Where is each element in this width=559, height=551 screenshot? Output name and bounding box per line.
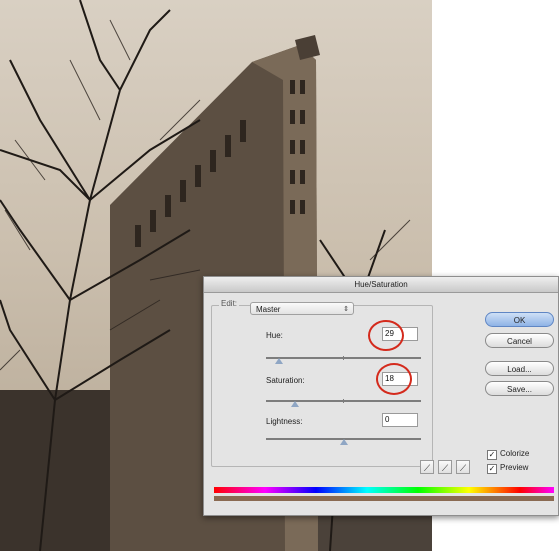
hue-label: Hue: (266, 331, 283, 340)
eyedropper-plus-icon[interactable]: ⟋ (438, 460, 452, 474)
lightness-slider[interactable] (266, 438, 421, 445)
saturation-label: Saturation: (266, 376, 305, 385)
colorize-checkbox[interactable]: ✓ Colorize (487, 449, 529, 460)
hue-slider-thumb[interactable] (275, 358, 283, 364)
edit-select-value: Master (256, 305, 281, 314)
cancel-button[interactable]: Cancel (485, 333, 554, 348)
colorize-check-icon: ✓ (487, 450, 497, 460)
eyedropper-minus-icon[interactable]: ⟋ (456, 460, 470, 474)
adjusted-color-bar (214, 496, 554, 501)
lightness-label: Lightness: (266, 417, 303, 426)
edit-select[interactable]: Master ⇕ (250, 302, 354, 315)
load-button[interactable]: Load... (485, 361, 554, 376)
preview-checkbox[interactable]: ✓ Preview (487, 463, 528, 474)
dialog-title: Hue/Saturation (204, 277, 558, 293)
edit-label: Edit: (219, 299, 240, 308)
saturation-slider[interactable] (266, 399, 421, 407)
ok-button[interactable]: OK (485, 312, 554, 327)
hue-highlight-circle (368, 320, 404, 351)
preview-label: Preview (500, 463, 529, 472)
saturation-slider-thumb[interactable] (291, 401, 299, 407)
hue-spectrum-bar (214, 487, 554, 493)
lightness-slider-thumb[interactable] (340, 439, 348, 445)
saturation-highlight-circle (376, 363, 412, 395)
hue-slider[interactable] (266, 356, 421, 364)
hue-saturation-dialog: Hue/Saturation Edit: Master ⇕ Hue: 29 Sa… (203, 276, 559, 516)
eyedropper-icon[interactable]: ⟋ (420, 460, 434, 474)
lightness-input[interactable]: 0 (382, 413, 418, 427)
colorize-label: Colorize (500, 449, 530, 458)
preview-check-icon: ✓ (487, 464, 497, 474)
save-button[interactable]: Save... (485, 381, 554, 396)
select-arrows-icon: ⇕ (343, 306, 349, 313)
